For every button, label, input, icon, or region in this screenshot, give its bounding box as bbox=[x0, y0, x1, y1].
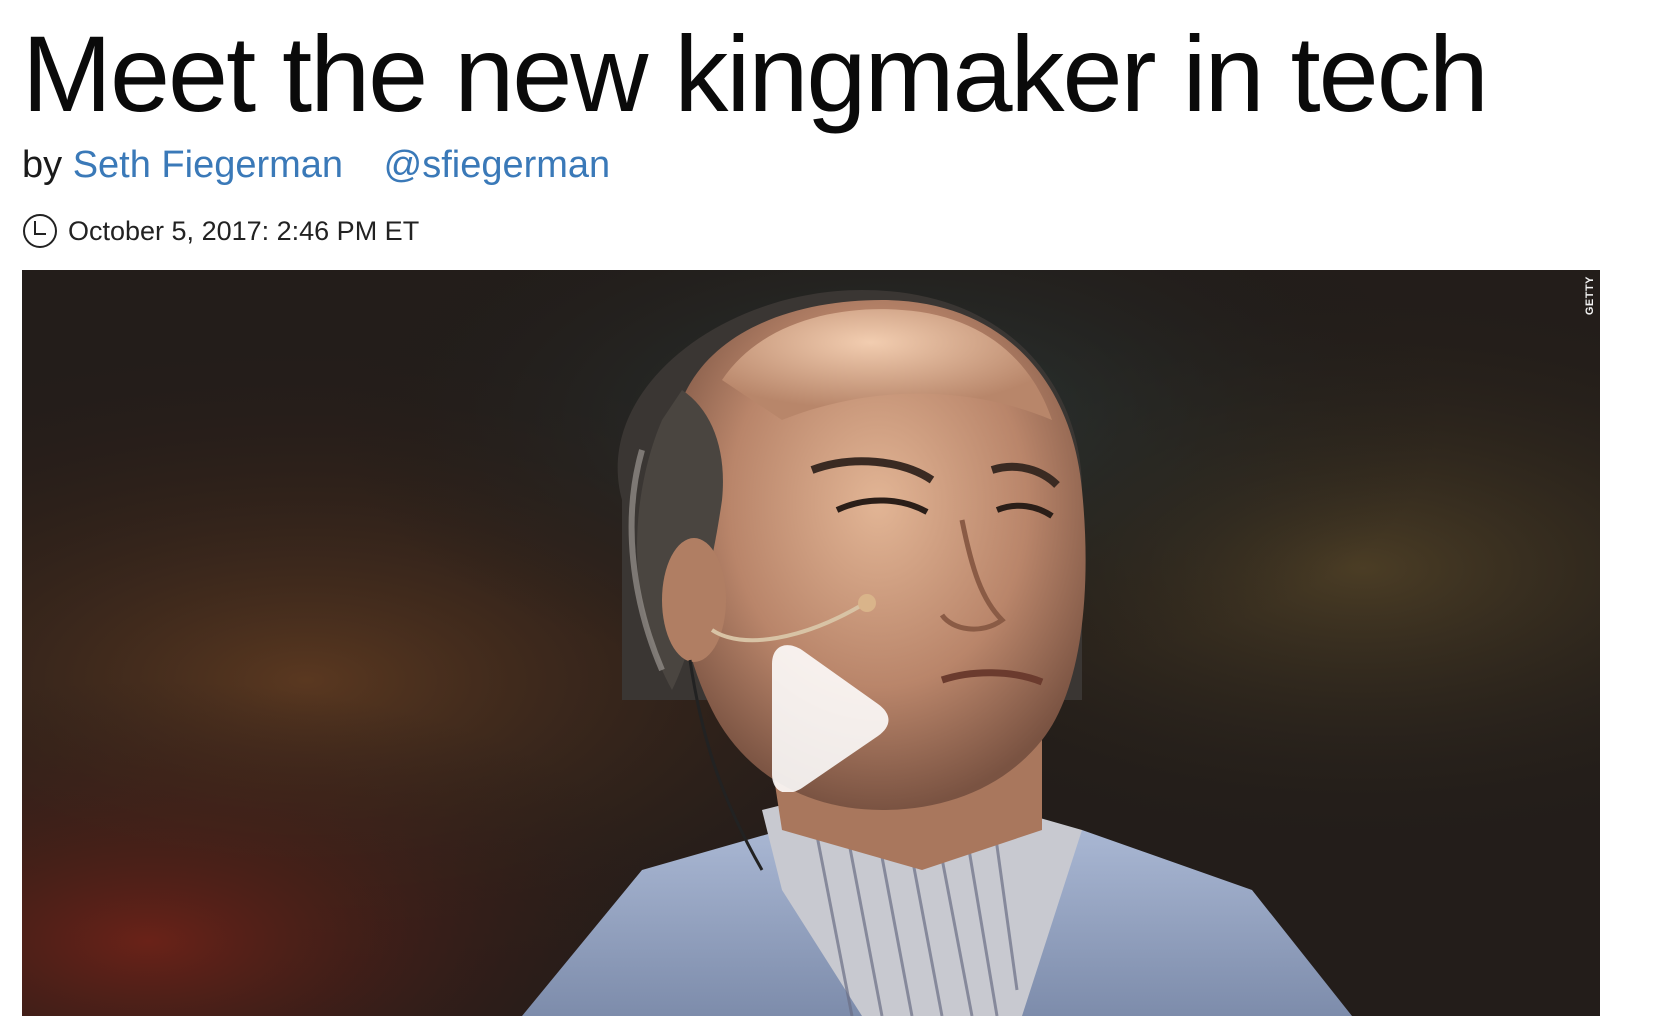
byline: by Seth Fiegerman @sfiegerman bbox=[22, 142, 610, 188]
byline-prefix: by bbox=[22, 144, 63, 186]
publish-timestamp: October 5, 2017: 2:46 PM ET bbox=[22, 212, 419, 250]
photo-credit: GETTY bbox=[1584, 276, 1596, 316]
timestamp-text: October 5, 2017: 2:46 PM ET bbox=[68, 215, 420, 246]
twitter-handle-link[interactable]: @sfiegerman bbox=[384, 144, 611, 186]
author-link[interactable]: Seth Fiegerman bbox=[73, 144, 343, 186]
play-icon[interactable] bbox=[750, 642, 900, 792]
clock-icon bbox=[23, 214, 57, 248]
article-headline: Meet the new kingmaker in tech bbox=[22, 13, 1489, 134]
video-player[interactable]: GETTY bbox=[22, 270, 1600, 1016]
